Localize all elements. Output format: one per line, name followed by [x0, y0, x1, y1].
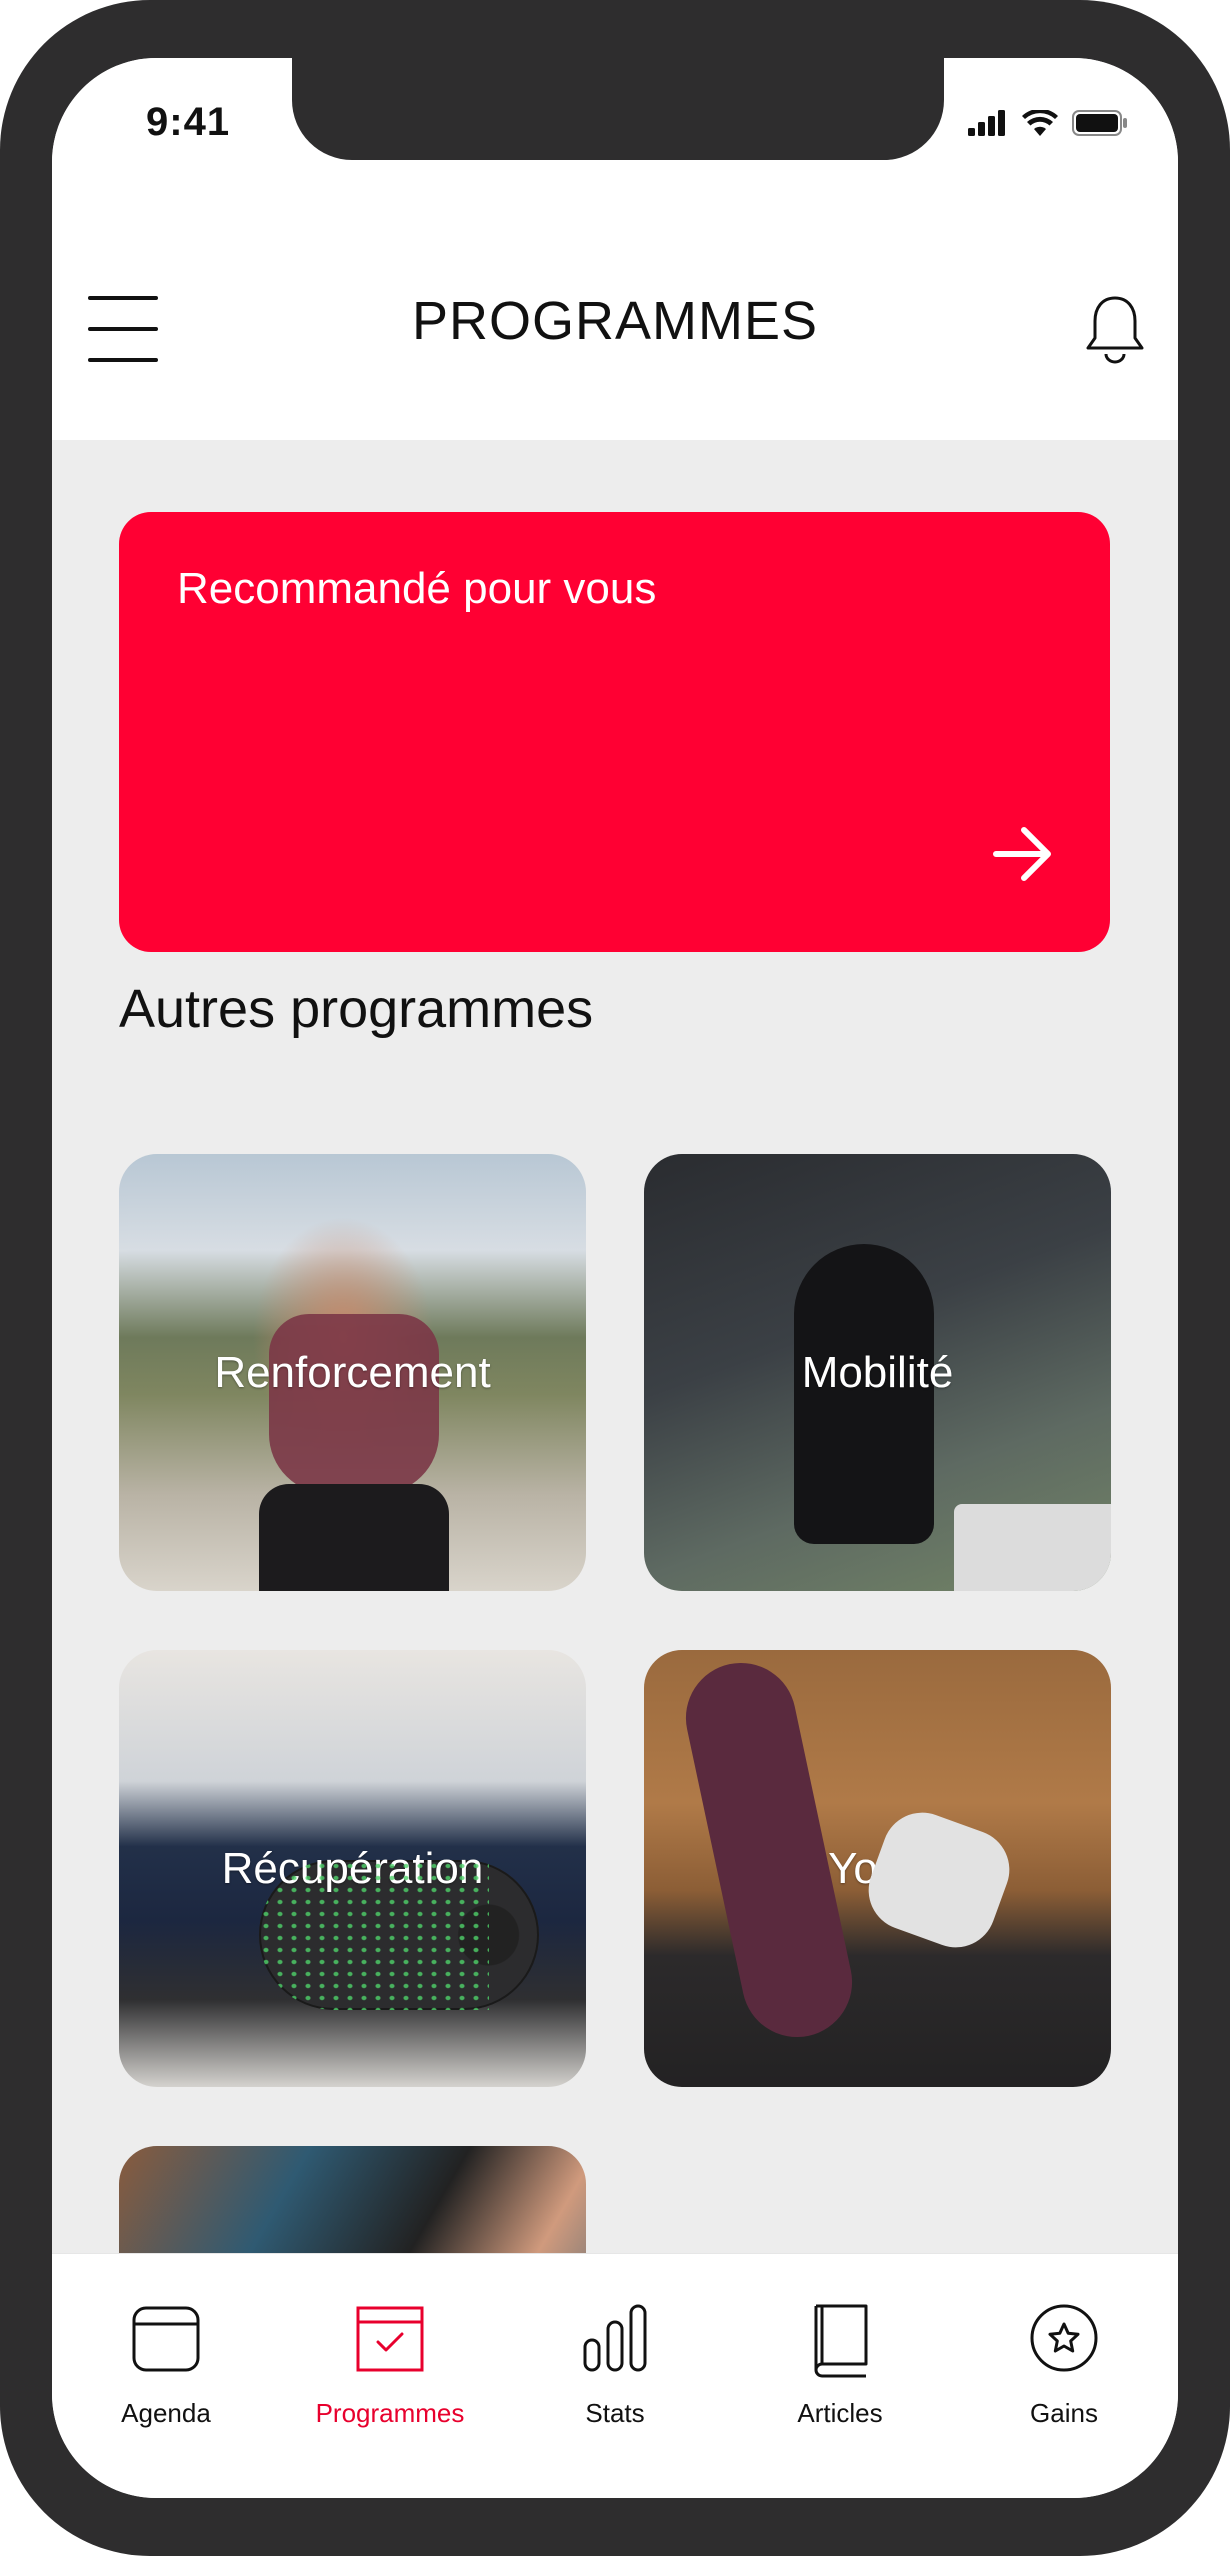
- tab-label: Programmes: [315, 2398, 465, 2428]
- cellular-signal-icon: [968, 110, 1005, 136]
- checkbox-icon: [356, 2306, 424, 2372]
- device-notch: [292, 58, 944, 160]
- app-header: PROGRAMMES: [52, 188, 1178, 440]
- star-badge-icon: [1030, 2304, 1098, 2372]
- recommended-title: Recommandé pour vous: [177, 564, 657, 613]
- program-tile-label: Mobilité: [801, 1347, 954, 1397]
- status-icons: [968, 110, 1128, 136]
- phone-frame: 9:41 PROGRAMMES Recommandé pour vous Aut…: [0, 0, 1230, 2556]
- program-tile-yoga[interactable]: Yoga: [644, 1650, 1111, 2087]
- notification-bell-icon[interactable]: [1084, 294, 1146, 364]
- tab-agenda[interactable]: Agenda: [76, 2298, 256, 2429]
- section-title-other-programs: Autres programmes: [119, 979, 594, 1039]
- tab-label: Agenda: [121, 2398, 211, 2428]
- tab-gains[interactable]: Gains: [974, 2298, 1154, 2429]
- tab-programmes[interactable]: Programmes: [300, 2298, 480, 2429]
- tab-stats[interactable]: Stats: [525, 2298, 705, 2429]
- arrow-right-icon: [993, 827, 1051, 881]
- program-tile-label: Renforcement: [214, 1347, 491, 1397]
- program-tile-label: Récupération: [221, 1843, 484, 1893]
- battery-icon: [1072, 110, 1127, 136]
- status-time: 9:41: [146, 100, 231, 144]
- recommended-card[interactable]: Recommandé pour vous: [119, 512, 1110, 952]
- program-tile-mobilite[interactable]: Mobilité: [644, 1154, 1111, 1591]
- tab-label: Stats: [585, 2398, 645, 2428]
- program-tile-renforcement[interactable]: Renforcement: [119, 1154, 586, 1591]
- tab-articles[interactable]: Articles: [750, 2298, 930, 2429]
- app-screen: 9:41 PROGRAMMES Recommandé pour vous Aut…: [52, 58, 1178, 2498]
- tab-label: Gains: [1030, 2398, 1098, 2428]
- page-title: PROGRAMMES: [411, 291, 819, 351]
- calendar-icon: [132, 2306, 200, 2372]
- program-tile-recuperation[interactable]: Récupération: [119, 1650, 586, 2087]
- bar-chart-icon: [583, 2304, 647, 2372]
- wifi-icon: [1022, 110, 1058, 136]
- book-icon: [814, 2304, 868, 2378]
- program-tile-label: Yoga: [828, 1843, 927, 1893]
- tab-label: Articles: [797, 2398, 883, 2428]
- bottom-tab-bar: Agenda Programmes Stats Articles Gains: [52, 2253, 1178, 2498]
